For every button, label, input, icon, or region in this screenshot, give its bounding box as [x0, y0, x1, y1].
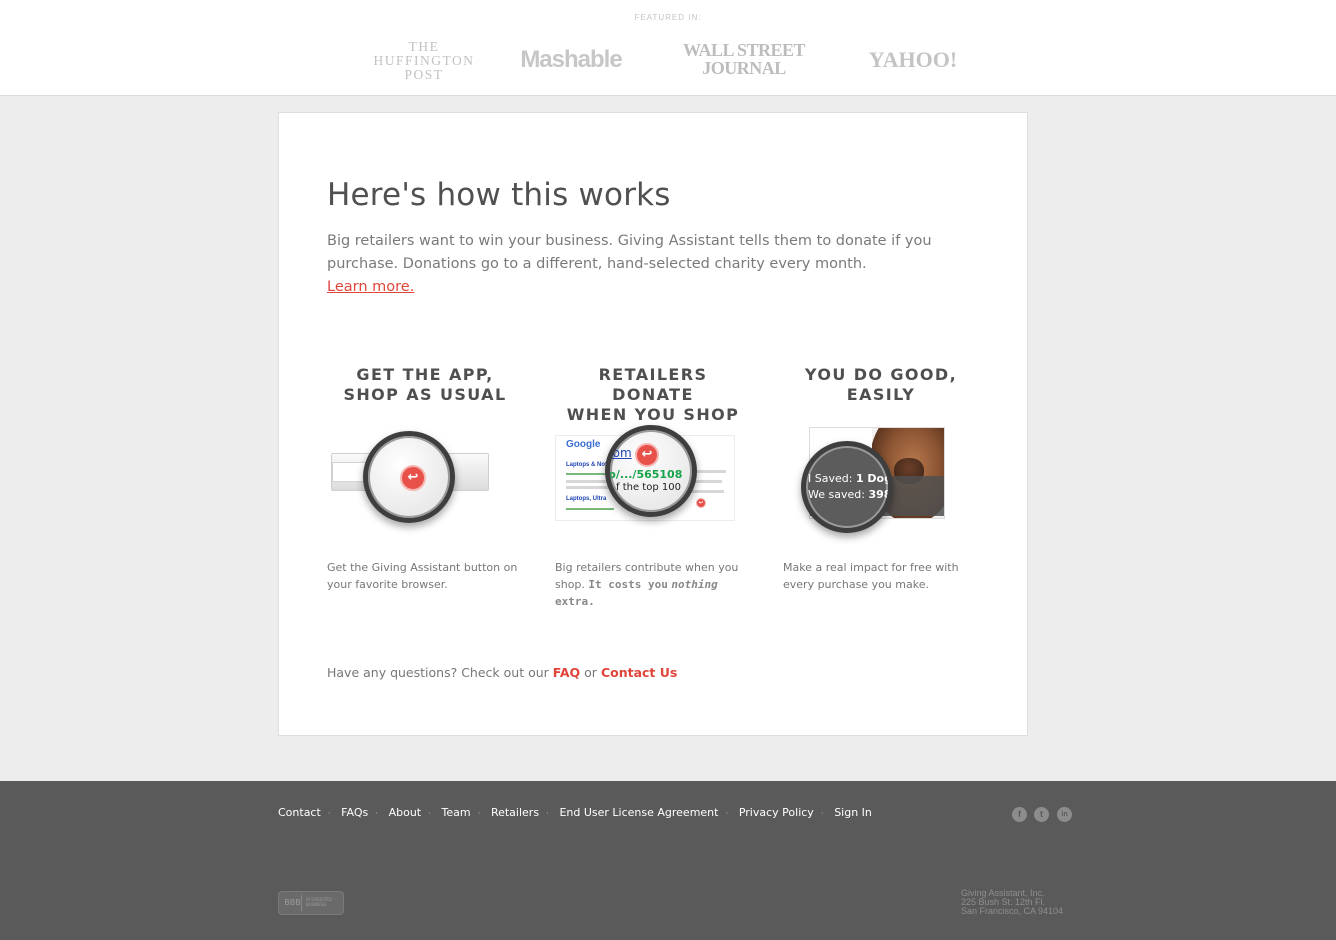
step-do-good: YOU DO GOOD, EASILY I Saved: 1 Dog We sa… [783, 365, 979, 591]
footer-nav: Contact · FAQs · About · Team · Retailers · E… [278, 806, 872, 819]
step-title: GET THE APP, SHOP AS USUAL [343, 365, 507, 404]
faq-link[interactable]: FAQ [553, 665, 580, 680]
company-address: Giving Assistant, Inc. 225 Bush St. 12th… [961, 888, 1064, 916]
footer-link-team[interactable]: Team [442, 806, 471, 819]
linkedin-icon[interactable]: in [1057, 807, 1072, 822]
giving-assistant-button-icon: ↩ [635, 443, 659, 467]
yahoo-logo: YAHOO! [868, 47, 958, 72]
bbb-seal-icon: BBB [284, 895, 302, 911]
footer-link-faqs[interactable]: FAQs [341, 806, 368, 819]
wall-street-journal-logo: WALL STREET JOURNAL [682, 40, 806, 78]
impact-illustration: I Saved: 1 Dog We saved: 398 ogs [783, 423, 979, 543]
featured-in-bar: FEATURED IN: THE HUFFINGTON POST Mashabl… [0, 0, 1336, 96]
step-description: Make a real impact for free with every p… [783, 561, 959, 591]
how-it-works-card: Here's how this works Big retailers want… [278, 112, 1028, 736]
search-results-illustration: Google Laptops & Not Laptops, Ultra ↩ co… [555, 423, 751, 543]
contact-us-link[interactable]: Contact Us [601, 665, 677, 680]
footer-link-contact[interactable]: Contact [278, 806, 321, 819]
footer-link-sign-in[interactable]: Sign In [834, 806, 872, 819]
twitter-icon[interactable]: t [1034, 807, 1049, 822]
step-title: YOU DO GOOD, EASILY [804, 365, 958, 404]
step-get-app: GET THE APP, SHOP AS USUAL ↩ Get the Giv… [327, 365, 523, 591]
step-retailers-donate: RETAILERS DONATE WHEN YOU SHOP Google La… [555, 365, 751, 608]
magnifier-icon: I Saved: 1 Dog We saved: 398 ogs [801, 441, 893, 533]
step-title: RETAILERS DONATE WHEN YOU SHOP [566, 365, 740, 424]
facebook-icon[interactable]: f [1012, 807, 1027, 822]
giving-assistant-button-icon: ↩ [400, 465, 426, 491]
browser-button-illustration: ↩ [327, 423, 523, 543]
bbb-accredited-badge[interactable]: BBB ACCREDITED BUSINESS [278, 891, 344, 915]
page-title: Here's how this works [327, 177, 671, 213]
google-logo: Google [566, 439, 601, 450]
saved-by-you: I Saved: 1 Dog [808, 472, 892, 485]
questions-line: Have any questions? Check out our FAQ or… [327, 665, 678, 680]
featured-in-label: FEATURED IN: [634, 13, 702, 22]
footer-link-about[interactable]: About [389, 806, 422, 819]
mashable-logo: Mashable [520, 46, 622, 73]
saved-by-all: We saved: 398 ogs [808, 488, 892, 501]
huffington-post-logo: THE HUFFINGTON POST [373, 39, 475, 82]
footer: Contact · FAQs · About · Team · Retailers · E… [0, 781, 1336, 940]
step-description: Big retailers contribute when you shop. … [555, 561, 739, 608]
intro-text: Big retailers want to win your business.… [327, 233, 932, 295]
learn-more-link[interactable]: Learn more. [327, 279, 414, 295]
footer-link-eula[interactable]: End User License Agreement [559, 806, 718, 819]
magnifier-icon: com p/.../565108 f the top 100 [605, 425, 697, 517]
step-description: Get the Giving Assistant button on your … [327, 561, 518, 591]
footer-link-privacy[interactable]: Privacy Policy [739, 806, 814, 819]
footer-link-retailers[interactable]: Retailers [491, 806, 539, 819]
